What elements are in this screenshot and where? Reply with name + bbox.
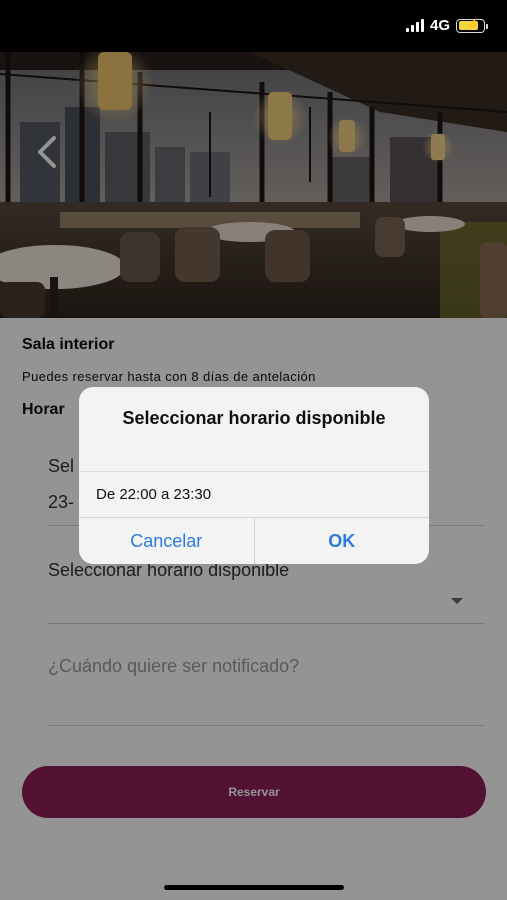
cancel-button[interactable]: Cancelar: [79, 518, 255, 564]
time-slot-option[interactable]: De 22:00 a 23:30: [79, 471, 429, 517]
network-type: 4G: [429, 17, 450, 34]
home-indicator[interactable]: [164, 885, 344, 890]
signal-bars-icon: [405, 19, 424, 32]
ok-button[interactable]: OK: [255, 518, 430, 564]
lightning-icon: ⚡: [466, 18, 480, 31]
status-indicators: 4G ⚡: [405, 17, 488, 34]
time-slot-dialog: Seleccionar horario disponible De 22:00 …: [79, 387, 429, 564]
battery-charging-icon: ⚡: [456, 18, 488, 33]
dialog-actions: Cancelar OK: [79, 517, 429, 564]
dialog-title: Seleccionar horario disponible: [122, 408, 386, 428]
status-bar: 4G ⚡: [0, 0, 507, 52]
